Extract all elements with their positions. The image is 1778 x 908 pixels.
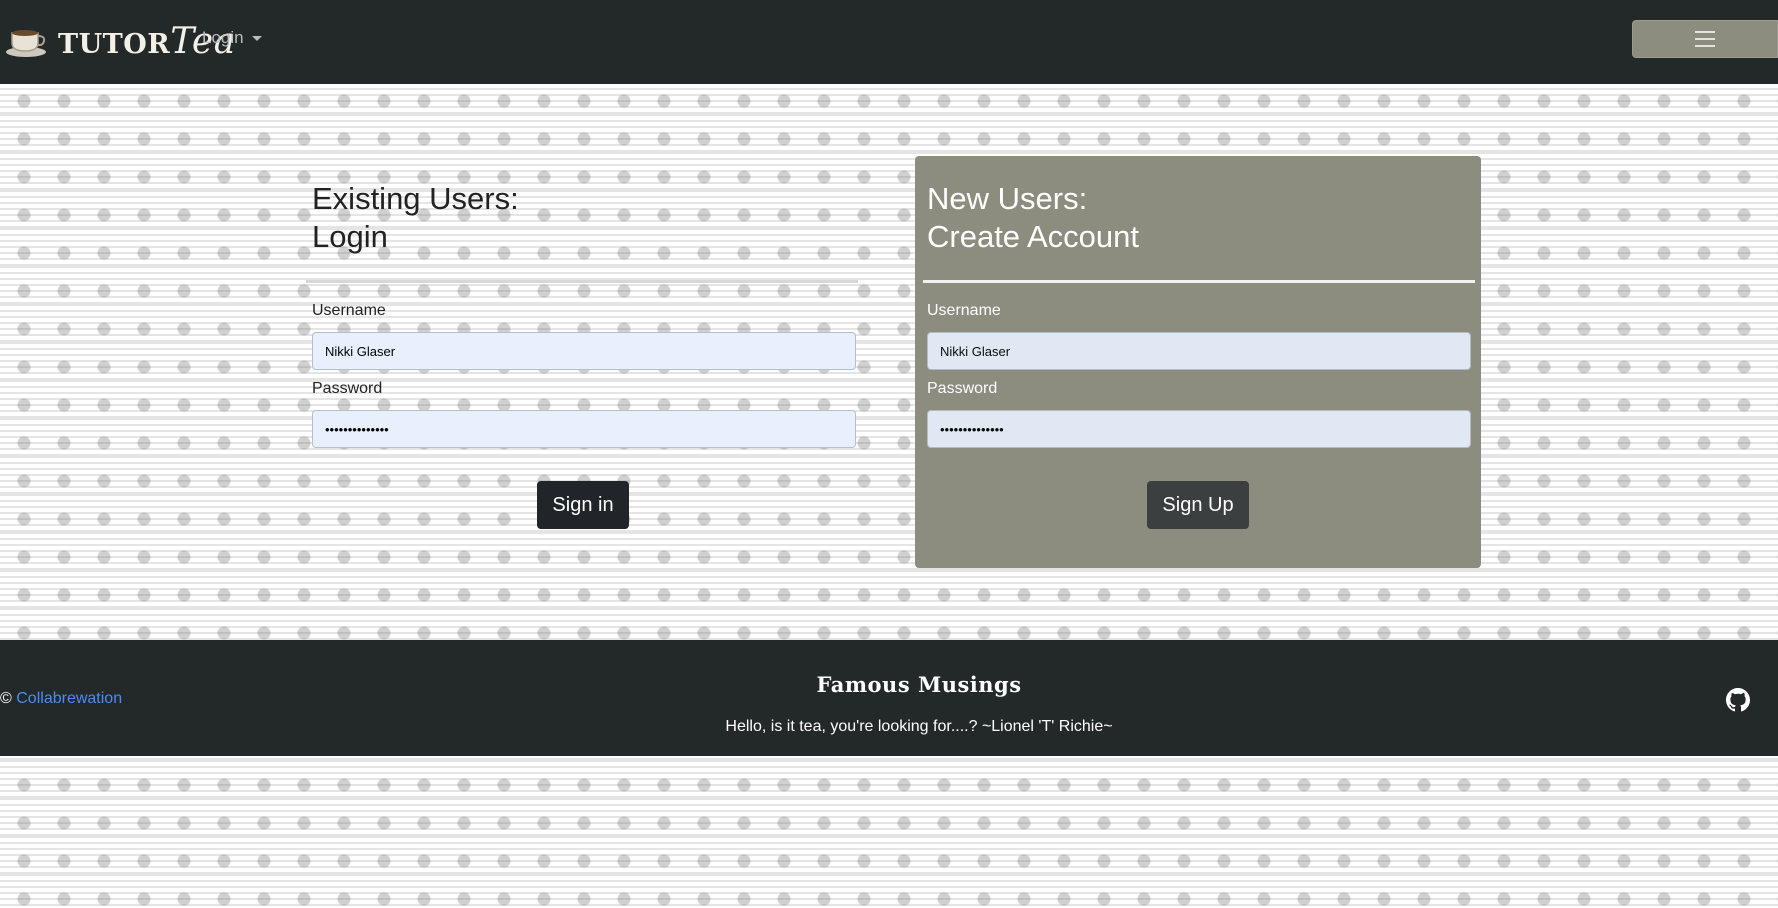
login-username-label: Username xyxy=(312,302,386,319)
login-title: Existing Users: Login xyxy=(312,181,519,254)
musings-quote: Hello, is it tea, you're looking for....… xyxy=(725,718,1113,735)
sign-in-button[interactable]: Sign in xyxy=(537,481,629,529)
login-panel: Existing Users:Login Username Password S… xyxy=(306,156,872,568)
login-username-input[interactable] xyxy=(312,332,856,370)
navbar-toggler-button[interactable] xyxy=(1632,20,1778,58)
navbar: TUTORTea Login xyxy=(0,0,1778,84)
musings-title: Famous Musings xyxy=(816,672,1022,697)
teacup-icon xyxy=(4,21,48,61)
brand-logo[interactable]: TUTORTea xyxy=(4,15,236,67)
login-dropdown-label: Login xyxy=(202,28,244,47)
github-icon[interactable] xyxy=(1726,688,1750,712)
login-password-input[interactable] xyxy=(312,410,856,448)
hamburger-icon xyxy=(1695,31,1715,52)
signup-username-input[interactable] xyxy=(927,332,1471,370)
signup-title: New Users: Create Account xyxy=(927,181,1139,254)
sign-up-button[interactable]: Sign Up xyxy=(1147,481,1249,529)
login-password-label: Password xyxy=(312,380,383,397)
divider xyxy=(306,280,858,283)
signup-username-label: Username xyxy=(927,302,1001,319)
divider xyxy=(923,280,1475,283)
login-dropdown[interactable]: Login xyxy=(202,28,262,48)
footer: © Collabrewation Famous Musings Hello, i… xyxy=(0,640,1778,756)
signup-password-label: Password xyxy=(927,380,998,397)
caret-down-icon xyxy=(251,35,262,41)
signup-password-input[interactable] xyxy=(927,410,1471,448)
signup-panel: New Users:Create Account Username Passwo… xyxy=(915,156,1481,568)
